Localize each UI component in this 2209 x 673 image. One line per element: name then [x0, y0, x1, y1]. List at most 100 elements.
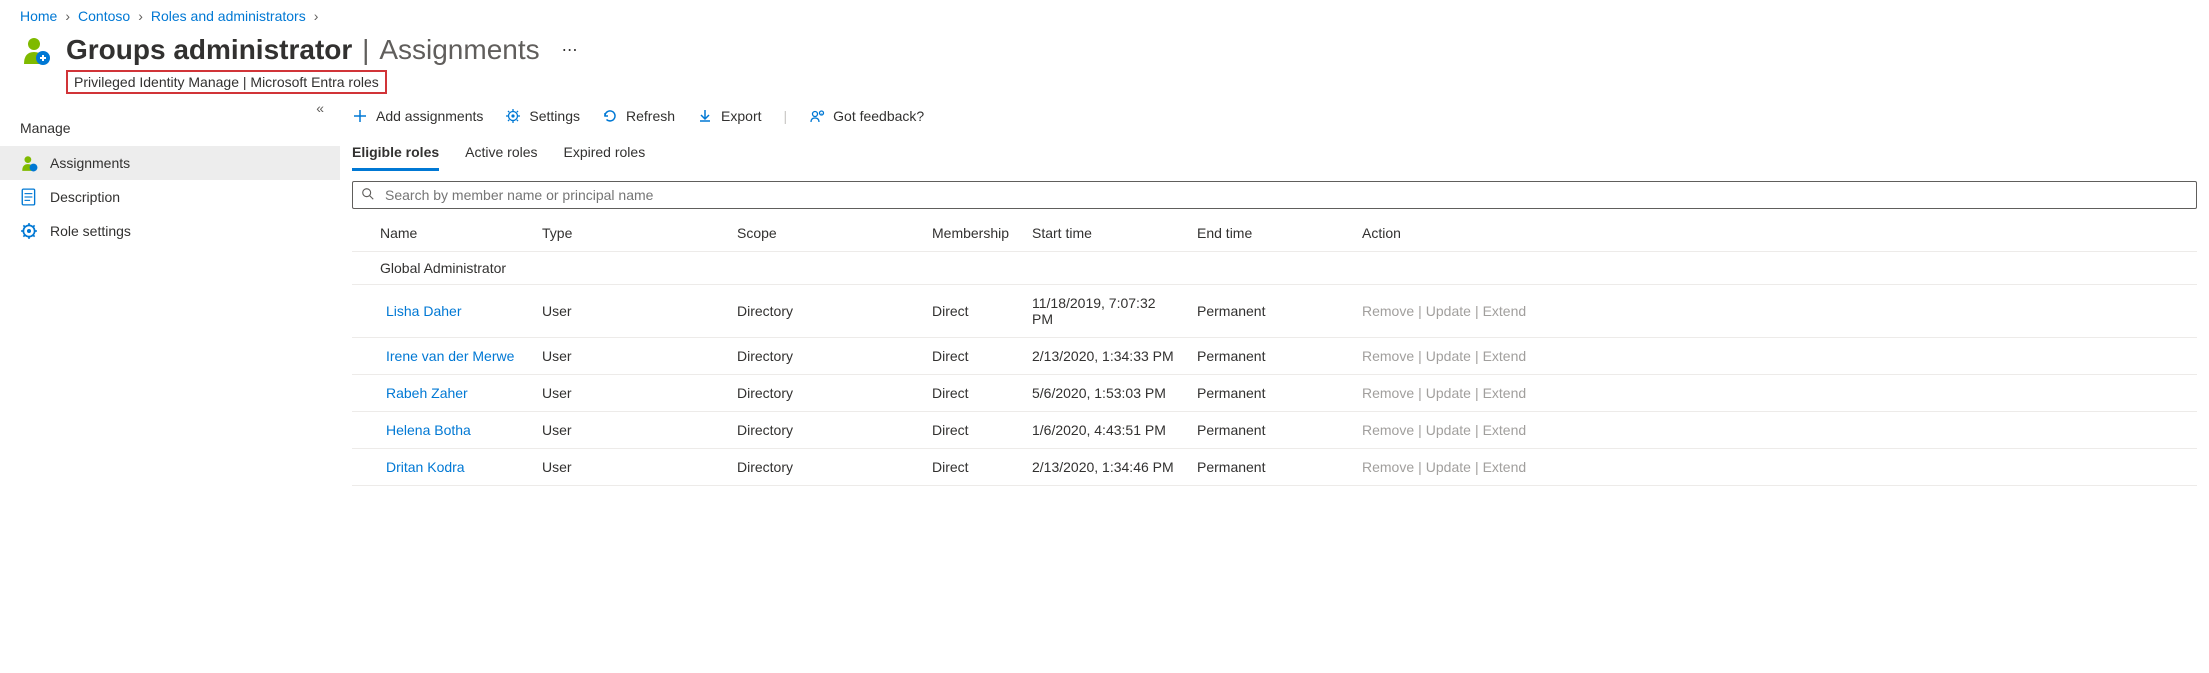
assignments-table: Name Type Scope Membership Start time En…	[352, 215, 2197, 486]
cell-scope: Directory	[727, 338, 922, 375]
context-path: Privileged Identity Manage | Microsoft E…	[66, 70, 387, 94]
member-name-link[interactable]: Rabeh Zaher	[386, 385, 468, 401]
page-header: Groups administrator | Assignments ⋯ Pri…	[0, 28, 2209, 94]
breadcrumb-home[interactable]: Home	[20, 8, 57, 24]
cell-actions: Remove|Update|Extend	[1352, 449, 2197, 486]
refresh-icon	[602, 108, 618, 124]
member-name-link[interactable]: Dritan Kodra	[386, 459, 465, 475]
search-input[interactable]	[383, 186, 2188, 204]
cell-type: User	[532, 285, 727, 338]
feedback-button[interactable]: ? Got feedback?	[809, 108, 924, 124]
column-start-time[interactable]: Start time	[1022, 215, 1187, 252]
cell-type: User	[532, 412, 727, 449]
remove-action[interactable]: Remove	[1362, 303, 1414, 319]
gear-icon	[20, 222, 38, 240]
column-action[interactable]: Action	[1352, 215, 2197, 252]
action-separator: |	[1418, 348, 1422, 364]
remove-action[interactable]: Remove	[1362, 385, 1414, 401]
table-header-row: Name Type Scope Membership Start time En…	[352, 215, 2197, 252]
cell-membership: Direct	[922, 338, 1022, 375]
table-group-row: Global Administrator	[352, 252, 2197, 285]
cell-end-time: Permanent	[1187, 285, 1352, 338]
breadcrumb-tenant[interactable]: Contoso	[78, 8, 130, 24]
extend-action[interactable]: Extend	[1483, 303, 1527, 319]
remove-action[interactable]: Remove	[1362, 348, 1414, 364]
toolbar-label: Refresh	[626, 108, 675, 124]
member-name-link[interactable]: Helena Botha	[386, 422, 471, 438]
person-role-icon	[20, 34, 52, 69]
tabs: Eligible roles Active roles Expired role…	[352, 136, 2197, 171]
chevron-right-icon: ›	[314, 8, 319, 24]
update-action[interactable]: Update	[1426, 348, 1471, 364]
extend-action[interactable]: Extend	[1483, 422, 1527, 438]
cell-end-time: Permanent	[1187, 412, 1352, 449]
cell-membership: Direct	[922, 412, 1022, 449]
tab-expired-roles[interactable]: Expired roles	[564, 138, 646, 171]
update-action[interactable]: Update	[1426, 385, 1471, 401]
sidebar-item-role-settings[interactable]: Role settings	[0, 214, 340, 248]
column-scope[interactable]: Scope	[727, 215, 922, 252]
cell-actions: Remove|Update|Extend	[1352, 375, 2197, 412]
toolbar-label: Got feedback?	[833, 108, 924, 124]
group-label: Global Administrator	[352, 252, 2197, 285]
toolbar-label: Settings	[529, 108, 580, 124]
table-row: Irene van der MerweUserDirectoryDirect2/…	[352, 338, 2197, 375]
main-content: Add assignments Settings Refresh Export …	[340, 94, 2209, 486]
column-type[interactable]: Type	[532, 215, 727, 252]
table-row: Rabeh ZaherUserDirectoryDirect5/6/2020, …	[352, 375, 2197, 412]
column-membership[interactable]: Membership	[922, 215, 1022, 252]
column-name[interactable]: Name	[352, 215, 532, 252]
cell-end-time: Permanent	[1187, 375, 1352, 412]
table-row: Helena BothaUserDirectoryDirect1/6/2020,…	[352, 412, 2197, 449]
action-separator: |	[1418, 303, 1422, 319]
sidebar-item-description[interactable]: Description	[0, 180, 340, 214]
action-separator: |	[1475, 459, 1479, 475]
export-button[interactable]: Export	[697, 108, 761, 124]
more-actions-button[interactable]: ⋯	[558, 36, 582, 64]
update-action[interactable]: Update	[1426, 422, 1471, 438]
sidebar-item-assignments[interactable]: Assignments	[0, 146, 340, 180]
member-name-link[interactable]: Irene van der Merwe	[386, 348, 514, 364]
plus-icon	[352, 108, 368, 124]
breadcrumb-roles[interactable]: Roles and administrators	[151, 8, 306, 24]
action-separator: |	[1418, 459, 1422, 475]
cell-start-time: 5/6/2020, 1:53:03 PM	[1022, 375, 1187, 412]
remove-action[interactable]: Remove	[1362, 422, 1414, 438]
page-subtitle: Assignments	[379, 34, 539, 65]
cell-actions: Remove|Update|Extend	[1352, 285, 2197, 338]
extend-action[interactable]: Extend	[1483, 459, 1527, 475]
cell-end-time: Permanent	[1187, 338, 1352, 375]
cell-scope: Directory	[727, 285, 922, 338]
action-separator: |	[1475, 348, 1479, 364]
tab-eligible-roles[interactable]: Eligible roles	[352, 138, 439, 171]
refresh-button[interactable]: Refresh	[602, 108, 675, 124]
chevron-right-icon: ›	[65, 8, 70, 24]
cell-actions: Remove|Update|Extend	[1352, 338, 2197, 375]
extend-action[interactable]: Extend	[1483, 348, 1527, 364]
action-separator: |	[1475, 303, 1479, 319]
cell-type: User	[532, 338, 727, 375]
member-name-link[interactable]: Lisha Daher	[386, 303, 462, 319]
sidebar-item-label: Assignments	[50, 155, 130, 171]
document-icon	[20, 188, 38, 206]
toolbar: Add assignments Settings Refresh Export …	[352, 104, 2197, 136]
table-row: Lisha Daher UserDirectoryDirect11/18/2019…	[352, 285, 2197, 338]
tab-active-roles[interactable]: Active roles	[465, 138, 537, 171]
cell-membership: Direct	[922, 285, 1022, 338]
action-separator: |	[1475, 422, 1479, 438]
add-assignments-button[interactable]: Add assignments	[352, 108, 483, 124]
remove-action[interactable]: Remove	[1362, 459, 1414, 475]
extend-action[interactable]: Extend	[1483, 385, 1527, 401]
sidebar: « Manage Assignments Description Role se…	[0, 94, 340, 486]
cell-start-time: 11/18/2019, 7:07:32 PM	[1022, 285, 1187, 338]
update-action[interactable]: Update	[1426, 303, 1471, 319]
column-end-time[interactable]: End time	[1187, 215, 1352, 252]
sidebar-section-heading: Manage	[0, 110, 340, 146]
toolbar-label: Export	[721, 108, 761, 124]
collapse-sidebar-button[interactable]: «	[316, 100, 324, 116]
update-action[interactable]: Update	[1426, 459, 1471, 475]
settings-button[interactable]: Settings	[505, 108, 580, 124]
action-separator: |	[1475, 385, 1479, 401]
cell-scope: Directory	[727, 412, 922, 449]
search-box[interactable]	[352, 181, 2197, 209]
